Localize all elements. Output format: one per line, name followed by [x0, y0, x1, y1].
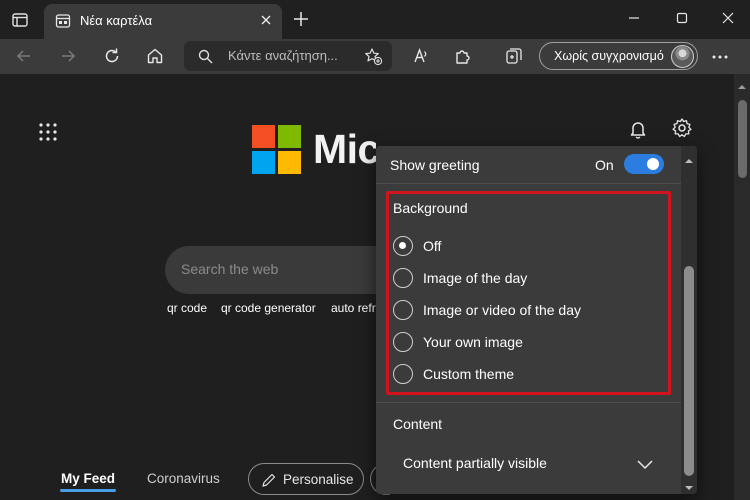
background-option-own-image[interactable]: Your own image	[393, 331, 663, 353]
scrollbar-thumb[interactable]	[738, 100, 747, 178]
background-option-label: Off	[423, 238, 442, 254]
background-option-label: Image or video of the day	[423, 302, 581, 318]
background-option-off[interactable]: Off	[393, 235, 663, 257]
tab-new-tab[interactable]: Νέα καρτέλα	[44, 4, 282, 39]
show-greeting-state: On	[595, 157, 614, 173]
radio-button[interactable]	[393, 332, 413, 352]
star-add-icon[interactable]	[364, 47, 383, 66]
background-option-label: Custom theme	[423, 366, 515, 382]
more-icon[interactable]	[710, 47, 730, 67]
toggle-knob	[647, 158, 659, 170]
collections-icon[interactable]	[504, 46, 524, 66]
browser-toolbar: Κάντε αναζήτηση... Χωρίς συγχρονισμό	[0, 39, 750, 74]
gear-icon[interactable]	[671, 117, 693, 139]
show-greeting-row: Show greeting On	[376, 146, 681, 184]
quick-link[interactable]: auto refr	[331, 301, 376, 315]
quick-link[interactable]: qr code generator	[221, 301, 316, 315]
minimize-icon[interactable]	[624, 8, 644, 28]
chevron-down-icon	[636, 455, 654, 473]
plus-icon[interactable]	[292, 10, 310, 28]
background-option-label: Image of the day	[423, 270, 528, 286]
divider	[376, 402, 681, 403]
tab-coronavirus[interactable]: Coronavirus	[147, 471, 220, 486]
personalise-label: Personalise	[283, 472, 354, 487]
back-arrow-icon[interactable]	[14, 46, 34, 66]
address-bar[interactable]: Κάντε αναζήτηση...	[184, 41, 392, 71]
personalise-button[interactable]: Personalise	[248, 463, 364, 495]
radio-button-selected[interactable]	[393, 236, 413, 256]
scrollbar-thumb[interactable]	[684, 266, 694, 476]
app-launcher-icon[interactable]	[38, 122, 58, 142]
tab-actions-icon[interactable]	[10, 10, 30, 30]
radio-button[interactable]	[393, 364, 413, 384]
pencil-icon	[261, 472, 277, 488]
read-aloud-icon[interactable]	[410, 46, 430, 66]
quick-link[interactable]: qr code	[167, 301, 207, 315]
profile-label: Χωρίς συγχρονισμό	[554, 49, 664, 63]
close-tab-icon[interactable]	[258, 12, 274, 28]
profile-button[interactable]: Χωρίς συγχρονισμό	[539, 42, 698, 70]
tab-my-feed[interactable]: My Feed	[61, 471, 115, 486]
content-title: Content	[393, 416, 443, 432]
scroll-up-icon[interactable]	[685, 152, 693, 163]
new-tab-page-icon	[55, 13, 71, 29]
puzzle-icon[interactable]	[453, 46, 473, 66]
show-greeting-toggle[interactable]	[624, 154, 664, 174]
search-icon	[198, 49, 213, 64]
active-tab-indicator	[60, 489, 116, 492]
radio-button[interactable]	[393, 268, 413, 288]
background-option-label: Your own image	[423, 334, 523, 350]
title-bar: Νέα καρτέλα	[0, 0, 750, 39]
web-search-placeholder: Search the web	[181, 261, 279, 277]
home-icon[interactable]	[145, 46, 165, 66]
scroll-down-icon[interactable]	[685, 479, 693, 490]
maximize-icon[interactable]	[672, 8, 692, 28]
refresh-icon[interactable]	[102, 46, 122, 66]
page-settings-panel: Show greeting On Background Off Image of…	[376, 146, 697, 494]
page-scrollbar[interactable]	[734, 74, 750, 500]
panel-scrollbar[interactable]	[681, 146, 697, 494]
content-dropdown-value: Content partially visible	[403, 455, 547, 471]
bell-icon[interactable]	[627, 118, 649, 140]
scroll-up-icon[interactable]	[738, 78, 746, 89]
background-option-image-of-day[interactable]: Image of the day	[393, 267, 663, 289]
radio-button[interactable]	[393, 300, 413, 320]
show-greeting-label: Show greeting	[390, 157, 480, 173]
address-placeholder: Κάντε αναζήτηση...	[228, 48, 338, 63]
forward-arrow-icon[interactable]	[58, 46, 78, 66]
content-dropdown[interactable]: Content partially visible	[403, 449, 663, 477]
close-window-icon[interactable]	[718, 8, 738, 28]
microsoft-wordmark: Microsoft	[313, 126, 376, 172]
avatar	[671, 45, 694, 68]
microsoft-logo	[252, 125, 302, 175]
tab-title: Νέα καρτέλα	[80, 13, 153, 28]
background-title: Background	[393, 200, 468, 216]
background-option-image-or-video[interactable]: Image or video of the day	[393, 299, 663, 321]
background-option-custom-theme[interactable]: Custom theme	[393, 363, 663, 385]
